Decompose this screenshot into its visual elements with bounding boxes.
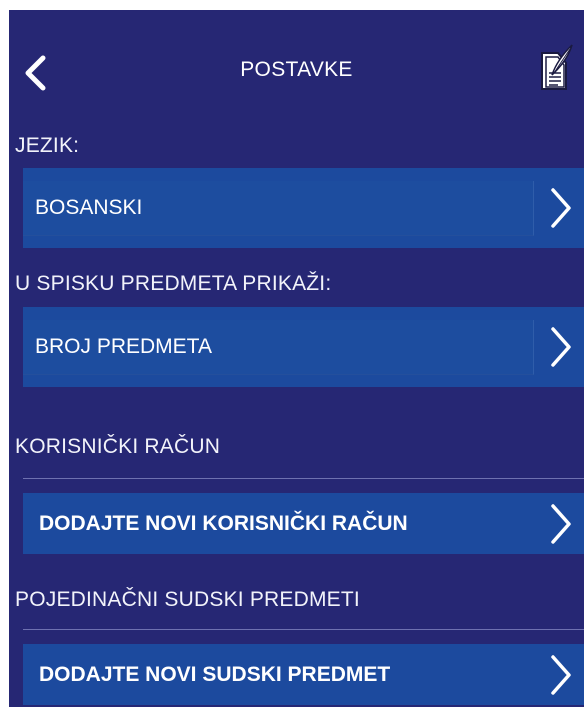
page-title: POSTAVKE [240,58,353,81]
list-display-value: BROJ PREDMETA [35,335,212,358]
top-bar: POSTAVKE [9,10,584,126]
list-display-select-row[interactable]: BROJ PREDMETA [23,307,584,387]
document-button[interactable] [532,38,578,98]
list-display-section-label: U SPISKU PREDMETA PRIKAŽI: [15,272,332,295]
list-display-value-field: BROJ PREDMETA [23,320,534,375]
chevron-right-icon [538,493,584,554]
language-value-field: BOSANSKI [23,181,534,236]
add-court-case-button[interactable]: DODAJTE NOVI SUDSKI PREDMET [23,644,584,705]
chevron-right-icon [538,307,584,387]
language-value: BOSANSKI [35,196,143,219]
add-user-account-label: DODAJTE NOVI KORISNIČKI RAČUN [39,511,408,535]
settings-screen: POSTAVKE JEZIK: BOSANSKI U SPISKU PREDME [9,10,584,707]
add-court-case-label: DODAJTE NOVI SUDSKI PREDMET [39,662,391,686]
divider [23,478,584,479]
language-section-label: JEZIK: [15,134,80,157]
document-quill-icon [541,44,573,90]
user-account-section-label: KORISNIČKI RAČUN [15,435,221,458]
chevron-right-icon [538,644,584,705]
divider [23,629,584,630]
language-select-row[interactable]: BOSANSKI [23,168,584,248]
chevron-right-icon [538,168,584,248]
court-cases-section-label: POJEDINAČNI SUDSKI PREDMETI [15,588,360,611]
add-user-account-button[interactable]: DODAJTE NOVI KORISNIČKI RAČUN [23,493,584,554]
